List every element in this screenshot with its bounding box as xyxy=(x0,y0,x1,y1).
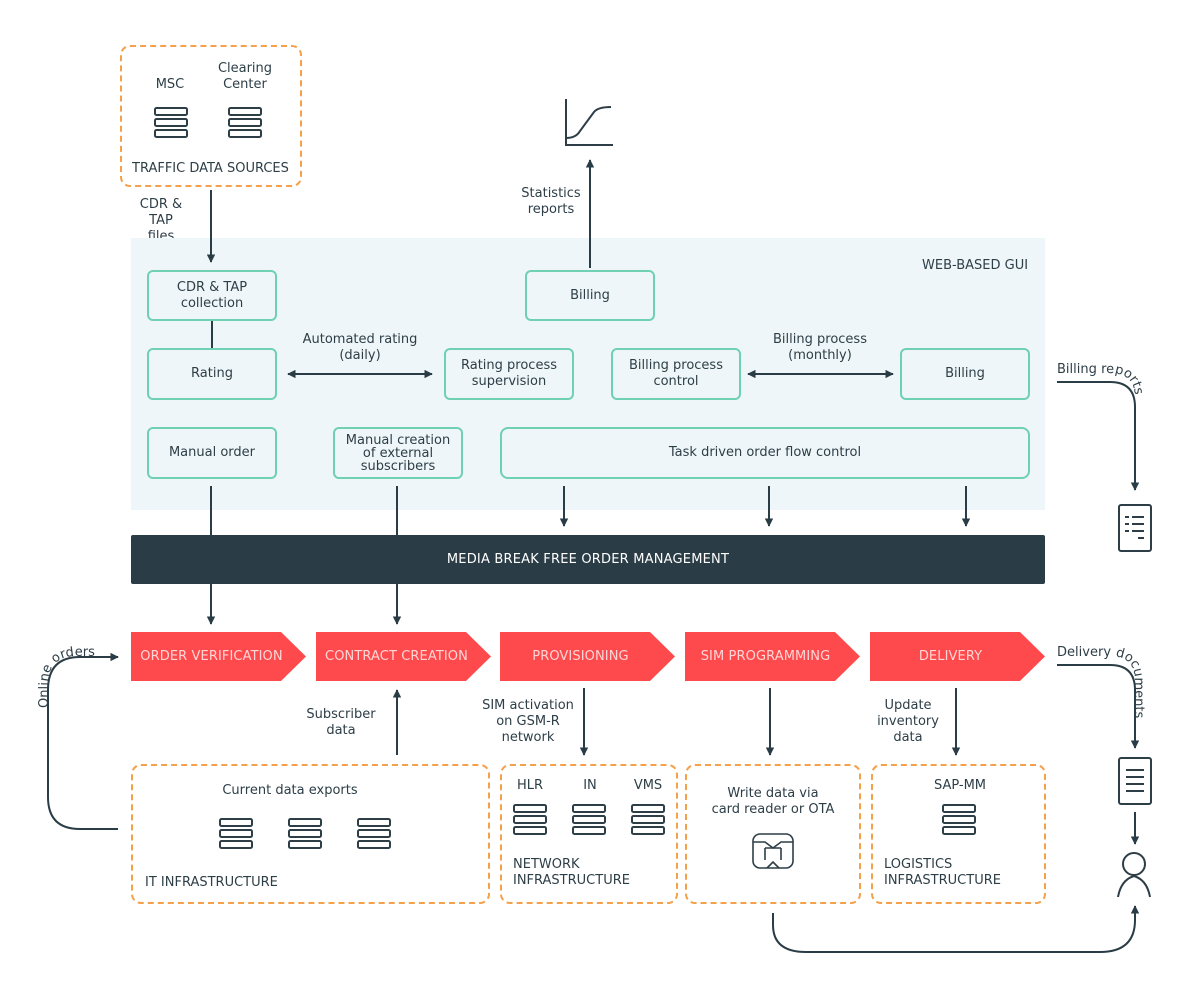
cdr-tap-files-line1: CDR & TAP xyxy=(139,197,183,228)
vms-label: VMS xyxy=(633,778,663,793)
stage-label: PROVISIONING xyxy=(532,649,629,664)
task-flow-label: Task driven order flow control xyxy=(668,445,862,460)
statistics-reports-line2: reports xyxy=(527,202,575,217)
rating-box[interactable]: Rating xyxy=(147,348,277,400)
billing-right-label: Billing xyxy=(945,366,985,381)
billing-process-label: Billing process (monthly) xyxy=(760,332,880,364)
stage-provisioning[interactable]: PROVISIONING xyxy=(500,632,675,681)
delivery-documents-text: Delivery documents xyxy=(1057,645,1146,719)
sim-activation-line1: SIM activation xyxy=(482,698,574,713)
rating-supervision-line1: Rating process xyxy=(460,358,557,373)
sim-activation-label: SIM activation on GSM-R network xyxy=(478,698,578,746)
write-data-via-card-reader-label: Write data via card reader or OTA xyxy=(690,786,856,818)
write-data-line2: card reader or OTA xyxy=(711,802,835,817)
sim-to-customer-arrow xyxy=(772,905,1140,953)
network-infrastructure-title: NETWORK INFRASTRUCTURE xyxy=(513,857,630,889)
sim-programming-group xyxy=(685,764,861,904)
it-infrastructure-title: IT INFRASTRUCTURE xyxy=(145,875,278,890)
automated-rating-line2: (daily) xyxy=(339,348,381,363)
line-chart-icon xyxy=(565,99,613,146)
write-data-line1: Write data via xyxy=(727,786,819,801)
billing-process-control-box[interactable]: Billing process control xyxy=(611,348,741,400)
stage-label: CONTRACT CREATION xyxy=(325,649,468,664)
stage-label: DELIVERY xyxy=(918,649,983,664)
report-document-icon xyxy=(1118,504,1152,552)
sim-activation-line2: on GSM-R xyxy=(496,714,560,729)
billing-process-line2: (monthly) xyxy=(788,348,852,363)
stage-label: SIM PROGRAMMING xyxy=(700,649,831,664)
sim-activation-line3: network xyxy=(501,730,555,745)
logistics-infrastructure-title: LOGISTICS INFRASTRUCTURE xyxy=(884,857,1001,889)
billing-process-line1: Billing process xyxy=(773,332,867,347)
network-title-line1: NETWORK xyxy=(513,857,580,872)
stage-delivery[interactable]: DELIVERY xyxy=(870,632,1045,681)
billing-reports-arrow xyxy=(1057,381,1140,491)
current-data-exports-label: Current data exports xyxy=(222,783,358,798)
in-label: IN xyxy=(583,778,597,793)
clearing-center-label: Clearing Center xyxy=(210,61,280,93)
update-inventory-label: Update inventory data xyxy=(868,698,948,746)
manual-creation-line1: Manual creation xyxy=(345,432,451,448)
online-orders-label: Online orders xyxy=(37,645,95,708)
manual-creation-line2: of external xyxy=(362,445,434,461)
stage-order-verification[interactable]: ORDER VERIFICATION xyxy=(131,632,306,681)
billing-reports-label: Billing reports xyxy=(1057,362,1146,396)
media-break-free-order-management-bar: MEDIA BREAK FREE ORDER MANAGEMENT xyxy=(131,535,1045,584)
billing-control-line2: control xyxy=(653,374,699,389)
cdr-tap-collection-line1: CDR & TAP xyxy=(176,279,248,295)
cdr-tap-collection-line2: collection xyxy=(180,295,244,311)
delivery-documents-arrow xyxy=(1057,664,1140,749)
billing-right-box[interactable]: Billing xyxy=(900,348,1030,400)
rating-process-supervision-box[interactable]: Rating process supervision xyxy=(444,348,574,400)
manual-order-label: Manual order xyxy=(168,445,256,460)
online-orders-text: Online orders xyxy=(37,645,95,708)
traffic-data-sources-title: TRAFFIC DATA SOURCES xyxy=(132,161,289,176)
msc-label: MSC xyxy=(155,77,185,92)
stage-sim-programming[interactable]: SIM PROGRAMMING xyxy=(685,632,860,681)
billing-control-line1: Billing process xyxy=(629,358,723,373)
statistics-reports-label: Statistics reports xyxy=(518,186,584,218)
stage-contract-creation[interactable]: CONTRACT CREATION xyxy=(316,632,491,681)
rating-label: Rating xyxy=(191,366,233,381)
rating-supervision-line2: supervision xyxy=(471,374,547,389)
clearing-label-line2: Center xyxy=(223,77,267,92)
billing-top-box[interactable]: Billing xyxy=(525,270,655,321)
billing-top-label: Billing xyxy=(570,287,610,303)
delivery-documents-label: Delivery documents xyxy=(1057,645,1146,719)
subscriber-data-line1: Subscriber xyxy=(306,707,376,722)
clearing-label-line1: Clearing xyxy=(217,61,273,76)
stage-label: ORDER VERIFICATION xyxy=(140,649,283,664)
subscriber-data-line2: data xyxy=(326,723,356,738)
update-inventory-line1: Update xyxy=(884,698,932,713)
automated-rating-label: Automated rating (daily) xyxy=(295,332,425,364)
manual-order-box[interactable]: Manual order xyxy=(147,427,277,479)
cdr-tap-collection-box[interactable]: CDR & TAP collection xyxy=(147,270,277,321)
billing-reports-text: Billing reports xyxy=(1057,362,1146,396)
sap-mm-label: SAP-MM xyxy=(933,778,987,793)
person-icon xyxy=(1117,852,1151,898)
document-icon xyxy=(1118,757,1152,805)
network-title-line2: INFRASTRUCTURE xyxy=(513,873,630,888)
update-inventory-line2: inventory xyxy=(877,714,939,729)
online-orders-arrow xyxy=(47,652,119,830)
logistics-title-line1: LOGISTICS xyxy=(884,857,953,872)
subscriber-data-label: Subscriber data xyxy=(306,707,376,739)
web-based-gui-title: WEB-BASED GUI xyxy=(922,258,1029,273)
manual-creation-line3: subscribers xyxy=(360,458,436,474)
management-bar-label: MEDIA BREAK FREE ORDER MANAGEMENT xyxy=(446,552,730,567)
logistics-title-line2: INFRASTRUCTURE xyxy=(884,873,1001,888)
hlr-label: HLR xyxy=(516,778,544,793)
manual-creation-external-subscribers-box[interactable]: Manual creation of external subscribers xyxy=(333,427,463,479)
update-inventory-line3: data xyxy=(893,730,923,745)
automated-rating-line1: Automated rating xyxy=(302,332,418,347)
task-driven-order-flow-control-box[interactable]: Task driven order flow control xyxy=(500,427,1030,479)
statistics-reports-line1: Statistics xyxy=(521,186,581,201)
